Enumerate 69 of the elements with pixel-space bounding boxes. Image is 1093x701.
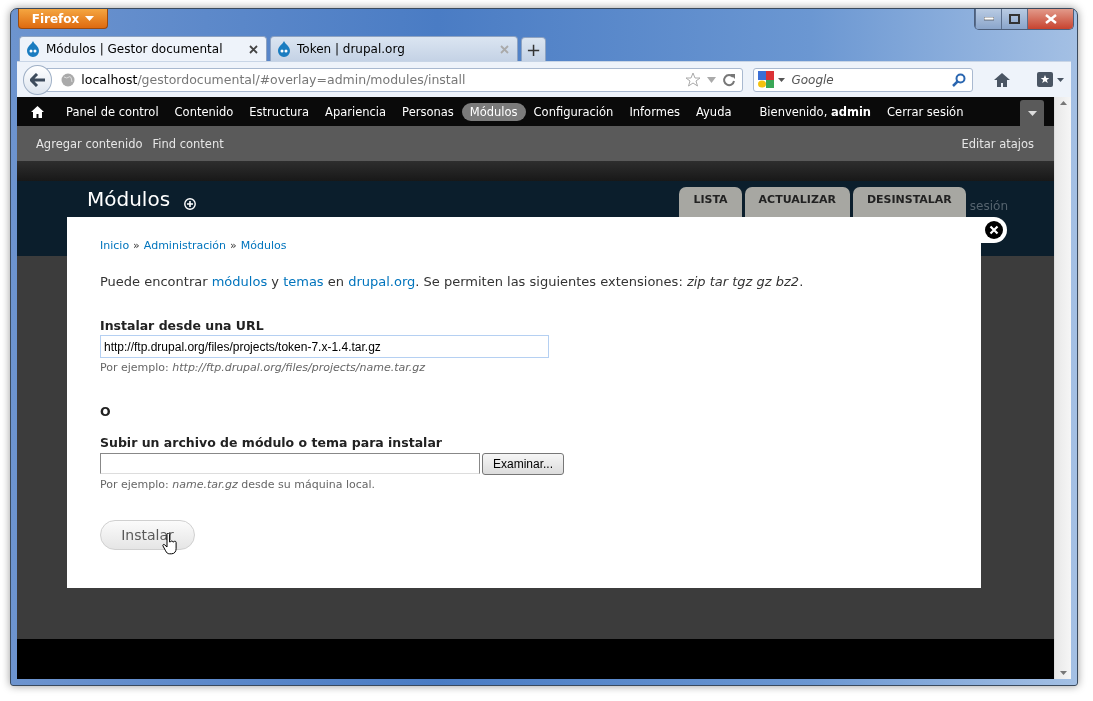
minimize-icon: [983, 17, 994, 21]
bookmark-star-icon[interactable]: [685, 72, 702, 87]
back-arrow-icon: [29, 72, 46, 87]
file-input-field[interactable]: [100, 453, 480, 474]
scrollbar[interactable]: [1054, 97, 1071, 679]
add-shortcut-icon[interactable]: [184, 198, 197, 210]
breadcrumb-link[interactable]: Administración: [143, 239, 227, 252]
scroll-down-icon[interactable]: [1059, 671, 1067, 675]
logout-link[interactable]: Cerrar sesión: [879, 102, 972, 121]
close-icon[interactable]: [981, 217, 1007, 243]
dropdown-icon[interactable]: [778, 77, 786, 82]
or-label: O: [100, 404, 112, 419]
home-icon[interactable]: [31, 105, 44, 118]
url-input-field[interactable]: http://ftp.drupal.org/files/projects/token-7.x-1.4.tar.gz: [100, 335, 549, 358]
browser-tab[interactable]: Módulos | Gestor documental: [19, 36, 267, 61]
toolbar-link[interactable]: Personas: [394, 102, 462, 121]
page-title: Módulos: [87, 187, 171, 211]
search-engine-icon[interactable]: [758, 71, 775, 88]
page-tab[interactable]: LISTA: [679, 187, 742, 219]
browser-tab[interactable]: Token | drupal.org: [270, 36, 518, 61]
maximize-button[interactable]: [1001, 9, 1027, 29]
close-window-button[interactable]: [1027, 9, 1073, 29]
toolbar-link[interactable]: Contenido: [166, 102, 242, 121]
shortcut-link[interactable]: Agregar contenido: [36, 136, 143, 151]
breadcrumb-link[interactable]: Módulos: [240, 239, 287, 252]
install-button[interactable]: Instalar: [100, 520, 195, 550]
address-bar[interactable]: localhost/gestordocumental/#overlay=admin/modules/install: [46, 67, 744, 92]
shortcuts-toggle-button[interactable]: [1020, 100, 1044, 126]
reload-icon[interactable]: [722, 72, 737, 87]
search-bar[interactable]: Google: [753, 67, 973, 92]
page-tab[interactable]: ACTUALIZAR: [744, 187, 850, 219]
scroll-up-icon[interactable]: [1059, 101, 1067, 105]
page-tab[interactable]: DESINSTALAR: [852, 187, 966, 219]
globe-icon: [61, 72, 76, 87]
search-icon[interactable]: [952, 72, 966, 87]
toolbar-link[interactable]: Módulos: [461, 102, 526, 121]
back-button[interactable]: [23, 64, 53, 95]
close-icon: [1044, 14, 1057, 24]
caret-icon: [85, 16, 95, 21]
field-label: Subir un archivo de módulo o tema para instalar: [100, 435, 443, 450]
new-tab-button[interactable]: +: [521, 37, 546, 61]
toolbar-link[interactable]: Estructura: [241, 102, 318, 121]
close-tab-icon[interactable]: [249, 44, 258, 54]
breadcrumb-separator: »: [133, 239, 140, 252]
home-icon[interactable]: [993, 71, 1011, 88]
field-label: Instalar desde una URL: [100, 318, 265, 333]
browse-button[interactable]: Examinar...: [482, 453, 565, 475]
intro-text: Puede encontrar módulos y temas en drupal.org. Se permiten las siguientes extensiones: zip tar tgz gz bz2.: [100, 274, 805, 289]
drupal-icon: [26, 41, 40, 57]
edit-shortcuts-link[interactable]: Editar atajos: [961, 136, 1034, 151]
maximize-icon: [1009, 14, 1020, 24]
toolbar-link[interactable]: Configuración: [525, 102, 622, 121]
field-description: Por ejemplo: name.tar.gz desde su máquina local.: [100, 478, 377, 491]
toolbar-link[interactable]: Apariencia: [317, 102, 395, 121]
intro-link[interactable]: drupal.org: [348, 274, 416, 289]
field-description: Por ejemplo: http://ftp.drupal.org/files/projects/name.tar.gz: [100, 361, 427, 374]
background-text: sesión: [969, 199, 1008, 213]
toolbar-link[interactable]: Ayuda: [687, 102, 740, 121]
toolbar-link[interactable]: Informes: [621, 102, 688, 121]
shortcut-link[interactable]: Find content: [152, 136, 224, 151]
drupal-icon: [277, 41, 291, 57]
intro-link[interactable]: temas: [283, 274, 324, 289]
bookmarks-icon[interactable]: [1037, 71, 1065, 88]
toolbar-link[interactable]: Panel de control: [58, 102, 167, 121]
breadcrumb-separator: »: [230, 239, 237, 252]
breadcrumb-link[interactable]: Inicio: [100, 239, 130, 252]
intro-link[interactable]: módulos: [211, 274, 268, 289]
welcome-text: Bienvenido, admin: [758, 104, 873, 119]
caret-icon: [1027, 110, 1037, 116]
